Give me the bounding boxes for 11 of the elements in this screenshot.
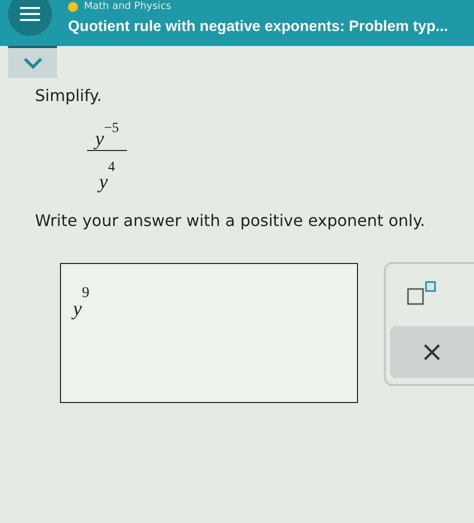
subject-label: Math and Physics: [84, 2, 172, 12]
prompt-text: Simplify.: [35, 85, 103, 107]
answer-input[interactable]: y 9: [60, 263, 358, 403]
menu-button[interactable]: [8, 0, 52, 36]
superscript-icon: [407, 281, 437, 305]
clear-button[interactable]: ×: [390, 326, 474, 378]
menu-icon: [19, 6, 41, 22]
collapse-toggle[interactable]: [8, 46, 57, 78]
chevron-down-icon: [22, 57, 42, 69]
problem-title: Quotient rule with negative exponents: Problem typ...: [68, 17, 448, 37]
instruction-text: Write your answer with a positive exponent only.: [35, 210, 426, 232]
